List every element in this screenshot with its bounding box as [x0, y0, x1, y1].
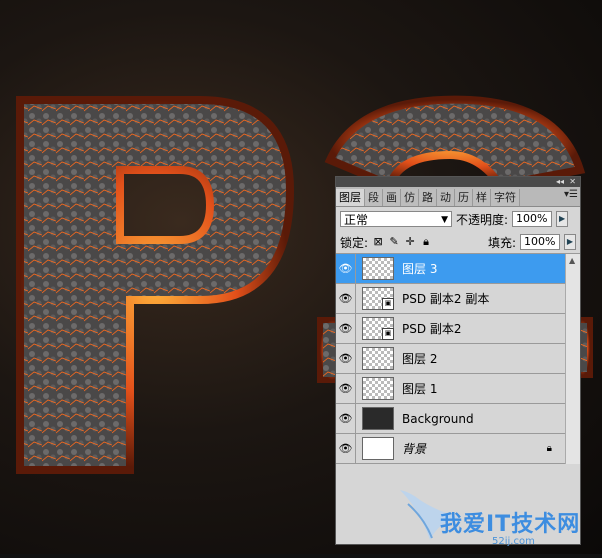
smart-object-icon: ▣	[382, 298, 394, 310]
scroll-up-icon[interactable]: ▲	[569, 256, 575, 265]
tab-layers[interactable]: 图层	[336, 189, 365, 206]
layer-lock-icon: 🔒︎	[546, 443, 552, 454]
layer-row-psd-copy2[interactable]: 👁︎ ▣ PSD 副本2	[336, 314, 580, 344]
layer-name: 图层 1	[402, 382, 438, 396]
opacity-input[interactable]: 100%	[512, 211, 553, 227]
tab-paths[interactable]: 路	[419, 189, 437, 206]
layer-thumbnail	[362, 407, 394, 430]
blend-mode-value: 正常	[344, 213, 369, 227]
blend-row: 正常 ▼ 不透明度: 100% ▶	[336, 207, 580, 231]
visibility-eye-icon[interactable]: 👁︎	[336, 374, 356, 403]
tab-brush[interactable]: 画	[383, 189, 401, 206]
panel-tabs: 图层 段 画 仿 路 动 历 样 字符 ▾☰	[336, 187, 580, 207]
tab-character[interactable]: 字符	[491, 189, 520, 206]
lock-transparency-icon[interactable]: ⊠	[372, 236, 384, 248]
layer-thumbnail	[362, 437, 394, 460]
layer-thumbnail: ▣	[362, 317, 394, 340]
layer-row-background[interactable]: 👁︎ 背景 🔒︎	[336, 434, 580, 464]
layer-name: 图层 2	[402, 352, 438, 366]
layer-thumbnail: ▣	[362, 287, 394, 310]
layer-name: PSD 副本2 副本	[402, 292, 490, 306]
layer-thumbnail	[362, 257, 394, 280]
layers-list: 👁︎ 图层 3 👁︎ ▣ PSD 副本2 副本 👁︎ ▣ PSD 副本2 👁︎ …	[336, 254, 580, 464]
lock-all-icon[interactable]: 🔒︎	[420, 236, 432, 248]
lock-position-move-icon[interactable]: ✛	[404, 236, 416, 248]
layers-scrollbar[interactable]: ▲	[565, 254, 580, 464]
tab-actions[interactable]: 动	[437, 189, 455, 206]
fill-input[interactable]: 100%	[520, 234, 560, 250]
close-icon[interactable]: ✕	[569, 177, 576, 187]
panel-menu-icon[interactable]: ▾☰	[564, 189, 578, 200]
tab-paragraph[interactable]: 段	[365, 189, 383, 206]
lock-pixels-brush-icon[interactable]: ✎	[388, 236, 400, 248]
fill-stepper-icon[interactable]: ▶	[564, 234, 576, 250]
layer-row-background-layer[interactable]: 👁︎ Background	[336, 404, 580, 434]
lock-row: 锁定: ⊠ ✎ ✛ 🔒︎ 填充: 100% ▶	[336, 231, 580, 254]
layer-name: 背景	[402, 442, 427, 456]
layer-thumbnail	[362, 347, 394, 370]
smart-object-icon: ▣	[382, 328, 394, 340]
watermark: 我爱IT技术网 52ij.com	[400, 480, 600, 554]
visibility-eye-icon[interactable]: 👁︎	[336, 314, 356, 343]
visibility-eye-icon[interactable]: 👁︎	[336, 254, 356, 283]
layer-row-layer1[interactable]: 👁︎ 图层 1	[336, 374, 580, 404]
visibility-eye-icon[interactable]: 👁︎	[336, 434, 356, 463]
fill-label: 填充:	[487, 235, 516, 250]
opacity-label: 不透明度:	[456, 212, 509, 227]
letter-p-shape	[16, 96, 295, 474]
opacity-stepper-icon[interactable]: ▶	[556, 211, 569, 227]
dropdown-arrow-icon: ▼	[441, 215, 448, 225]
layer-row-layer2[interactable]: 👁︎ 图层 2	[336, 344, 580, 374]
visibility-eye-icon[interactable]: 👁︎	[336, 344, 356, 373]
layer-row-layer3[interactable]: 👁︎ 图层 3	[336, 254, 580, 284]
collapse-icon[interactable]: ◂◂	[556, 177, 564, 187]
visibility-eye-icon[interactable]: 👁︎	[336, 404, 356, 433]
tab-styles[interactable]: 样	[473, 189, 491, 206]
watermark-text: 我爱IT技术网	[440, 512, 581, 537]
layer-name: PSD 副本2	[402, 322, 462, 336]
tab-history[interactable]: 历	[455, 189, 473, 206]
lock-label: 锁定:	[340, 235, 369, 250]
watermark-url: 52ij.com	[492, 536, 535, 547]
panel-title-bar[interactable]: ◂◂ ✕	[336, 177, 580, 187]
layer-name: 图层 3	[402, 262, 438, 276]
layer-name: Background	[402, 411, 474, 426]
layer-row-psd-copy2-copy[interactable]: 👁︎ ▣ PSD 副本2 副本	[336, 284, 580, 314]
visibility-eye-icon[interactable]: 👁︎	[336, 284, 356, 313]
layer-thumbnail	[362, 377, 394, 400]
tab-clone[interactable]: 仿	[401, 189, 419, 206]
blend-mode-select[interactable]: 正常 ▼	[340, 211, 452, 227]
